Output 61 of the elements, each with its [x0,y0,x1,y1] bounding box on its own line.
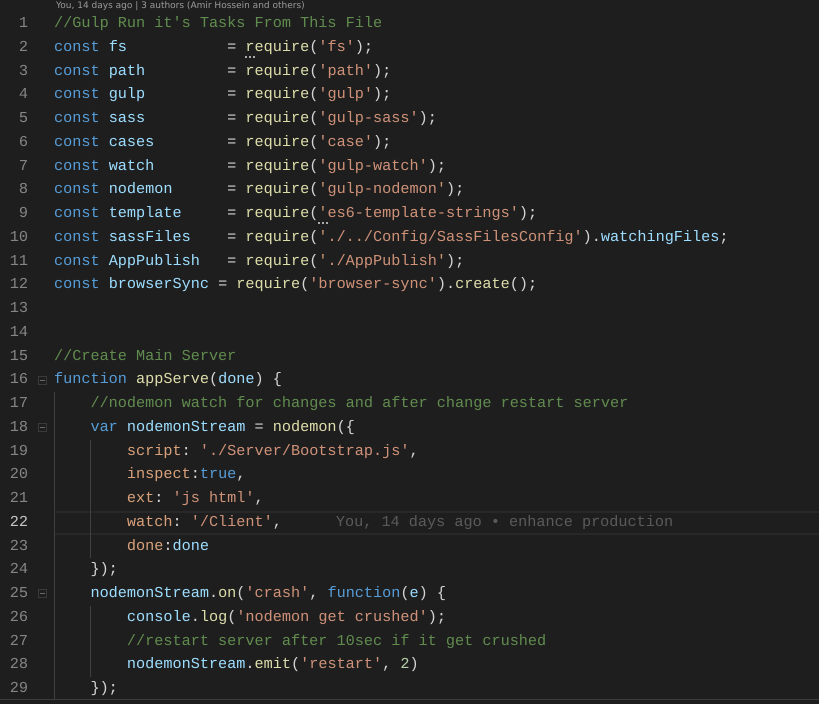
code-line: watch: '/Client', [126,512,282,533]
code-line: const cases = require('case'); [54,132,392,153]
code-line: nodemonStream.emit('restart', 2) [126,654,419,676]
line-number: 2 [18,36,29,58]
line-number: 21 [8,488,29,509]
collapse-icon[interactable] [38,589,46,598]
code-line: //Gulp Run it's Tasks From This File [54,13,382,34]
line-number: 23 [8,536,29,556]
code-line: const template = require('es6-template-strings'); [54,203,538,224]
line-number: 18 [8,416,29,438]
line-number: 26 [8,606,29,628]
code-line: const watch = require('gulp-watch'); [54,156,446,176]
line-number: 8 [18,179,29,200]
code-line: const sassFiles = require('./../Config/SassFilesConfig').watchingFiles; [54,226,728,248]
line-number: 20 [8,464,29,486]
blame-annotation: You, 14 days ago • enhance production [336,512,674,533]
collapse-icon[interactable] [38,376,46,385]
code-line: nodemonStream.on('crash', function(e) { [90,583,446,604]
code-line: //nodemon watch for changes and after change restart server [90,393,628,414]
code-line: //restart server after 10sec if it get crushed [126,630,546,652]
line-number: 22 [8,512,29,533]
line-number: 12 [8,274,29,296]
code-line: inspect:true, [126,464,246,486]
line-number: 7 [18,156,29,176]
line-number: 15 [8,346,29,366]
line-number: 5 [18,108,29,129]
line-number: 27 [8,630,29,652]
line-number: 29 [8,678,29,699]
code-line: const AppPublish = require('./AppPublish'); [54,250,464,272]
code-line: const path = require('path'); [54,60,392,82]
line-number: 19 [8,440,29,462]
line-number: 4 [18,84,29,106]
line-number: 17 [8,393,29,414]
code-line: var nodemonStream = nodemon({ [90,416,355,438]
code-line: const gulp = require('gulp'); [54,84,392,106]
line-number: 14 [8,322,29,343]
code-line: const sass = require('gulp-sass'); [54,108,437,129]
line-number: 16 [8,369,29,390]
code-line: //Create Main Server [54,346,236,366]
code-line: console.log('nodemon get crushed'); [126,606,446,628]
line-number: 11 [8,250,29,272]
collapse-icon[interactable] [38,423,46,432]
code-line: }); [90,559,118,580]
code-line: }); [90,678,118,699]
line-number: 10 [8,226,29,248]
line-number: 24 [8,559,29,580]
line-number: 1 [18,13,29,34]
code-line: script: './Server/Bootstrap.js', [126,440,419,462]
line-number: 13 [8,298,29,319]
line-number: 9 [18,203,29,224]
code-line: function appServe(done) { [54,369,282,390]
line-number: 25 [8,583,29,604]
codelens-text[interactable]: You, 14 days ago | 3 authors (Amir Hossein and others) [56,1,305,11]
code-line: done:done [126,536,209,556]
line-number: 6 [18,132,29,153]
line-number: 28 [8,654,29,676]
code-line: const browserSync = require('browser-sync').create(); [54,274,538,296]
code-line: const fs = require('fs'); [54,36,374,58]
code-line: ext: 'js html', [126,488,264,509]
code-line: const nodemon = require('gulp-nodemon'); [54,179,464,200]
line-number: 3 [18,60,29,82]
